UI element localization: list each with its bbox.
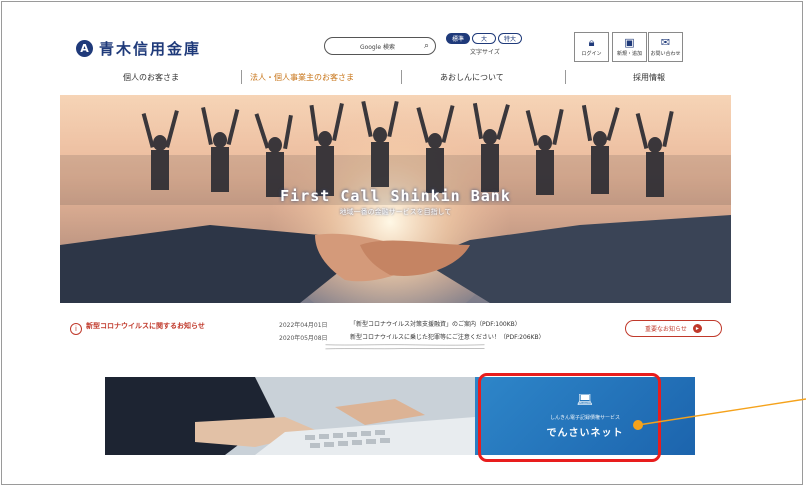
hero-title: First Call Shinkin Bank — [280, 187, 511, 205]
computer-icon: ▣ — [624, 36, 635, 49]
search-icon[interactable]: ⌕ — [424, 41, 429, 51]
news-title-link[interactable]: 「新型コロナウイルス対策支援融資」のご案内（PDF:100KB） — [350, 320, 590, 329]
search-placeholder: Google 検索 — [359, 43, 396, 51]
news-date: 2022年04月01日 — [279, 322, 328, 329]
arrow-right-icon: ▸ — [692, 324, 702, 333]
font-size-standard-button[interactable]: 標準 — [446, 33, 470, 44]
nav-recruit[interactable]: 採用情報 — [633, 72, 665, 83]
mail-icon: ✉ — [660, 36, 671, 49]
new-account-label: 新規・追加 — [616, 51, 642, 57]
bank-logo[interactable]: A 青木信用金庫 — [76, 38, 201, 59]
hero-banner[interactable]: First Call Shinkin Bank 地域一番の金融サービスを目指して — [60, 95, 731, 303]
important-notice-button[interactable]: 重要なお知らせ ▸ — [625, 320, 722, 337]
news-item[interactable]: 2020年05月08日 新型コロナウイルスに乗じた犯罪等にご注意ください！（PD… — [279, 333, 590, 342]
nav-about[interactable]: あおしんについて — [440, 72, 504, 83]
covid-notice-label: 新型コロナウイルスに関するお知らせ — [86, 322, 205, 330]
login-button[interactable]: 🔒︎ ログイン — [574, 32, 609, 62]
logo-mark-icon: A — [76, 40, 93, 57]
font-size-selector[interactable]: 標準 大 特大 — [446, 33, 522, 44]
covid-notice-heading[interactable]: i 新型コロナウイルスに関するお知らせ — [70, 321, 245, 335]
logo-text: 青木信用金庫 — [99, 40, 202, 58]
nav-divider — [241, 70, 242, 84]
new-account-button[interactable]: ▣ 新規・追加 — [612, 32, 647, 62]
keyboard-photo — [105, 377, 475, 455]
news-item[interactable]: 2022年04月01日 「新型コロナウイルス対策支援融資」のご案内（PDF:10… — [279, 320, 590, 329]
callout-pointer — [633, 398, 806, 430]
news-date: 2020年05月08日 — [279, 335, 328, 342]
contact-label: お問い合わせ — [650, 51, 681, 57]
font-size-label: 文字サイズ — [470, 49, 500, 56]
important-notice-label: 重要なお知らせ — [645, 326, 687, 333]
font-size-xlarge-button[interactable]: 特大 — [498, 33, 522, 44]
font-size-large-button[interactable]: 大 — [472, 33, 496, 44]
nav-divider — [565, 70, 566, 84]
lock-icon: 🔒︎ — [588, 36, 595, 49]
login-label: ログイン — [581, 51, 602, 57]
hero-subtitle: 地域一番の金融サービスを目指して — [339, 208, 452, 216]
nav-divider — [401, 70, 402, 84]
nav-personal[interactable]: 個人のお客さま — [123, 72, 179, 83]
contact-button[interactable]: ✉ お問い合わせ — [648, 32, 683, 62]
page-break-lines — [325, 344, 485, 350]
search-box[interactable]: Google 検索 ⌕ — [324, 37, 436, 55]
news-title-link[interactable]: 新型コロナウイルスに乗じた犯罪等にご注意ください！（PDF:206KB） — [350, 333, 590, 342]
nav-corporate[interactable]: 法人・個人事業主のお客さま — [250, 72, 354, 83]
info-icon: i — [70, 323, 82, 335]
